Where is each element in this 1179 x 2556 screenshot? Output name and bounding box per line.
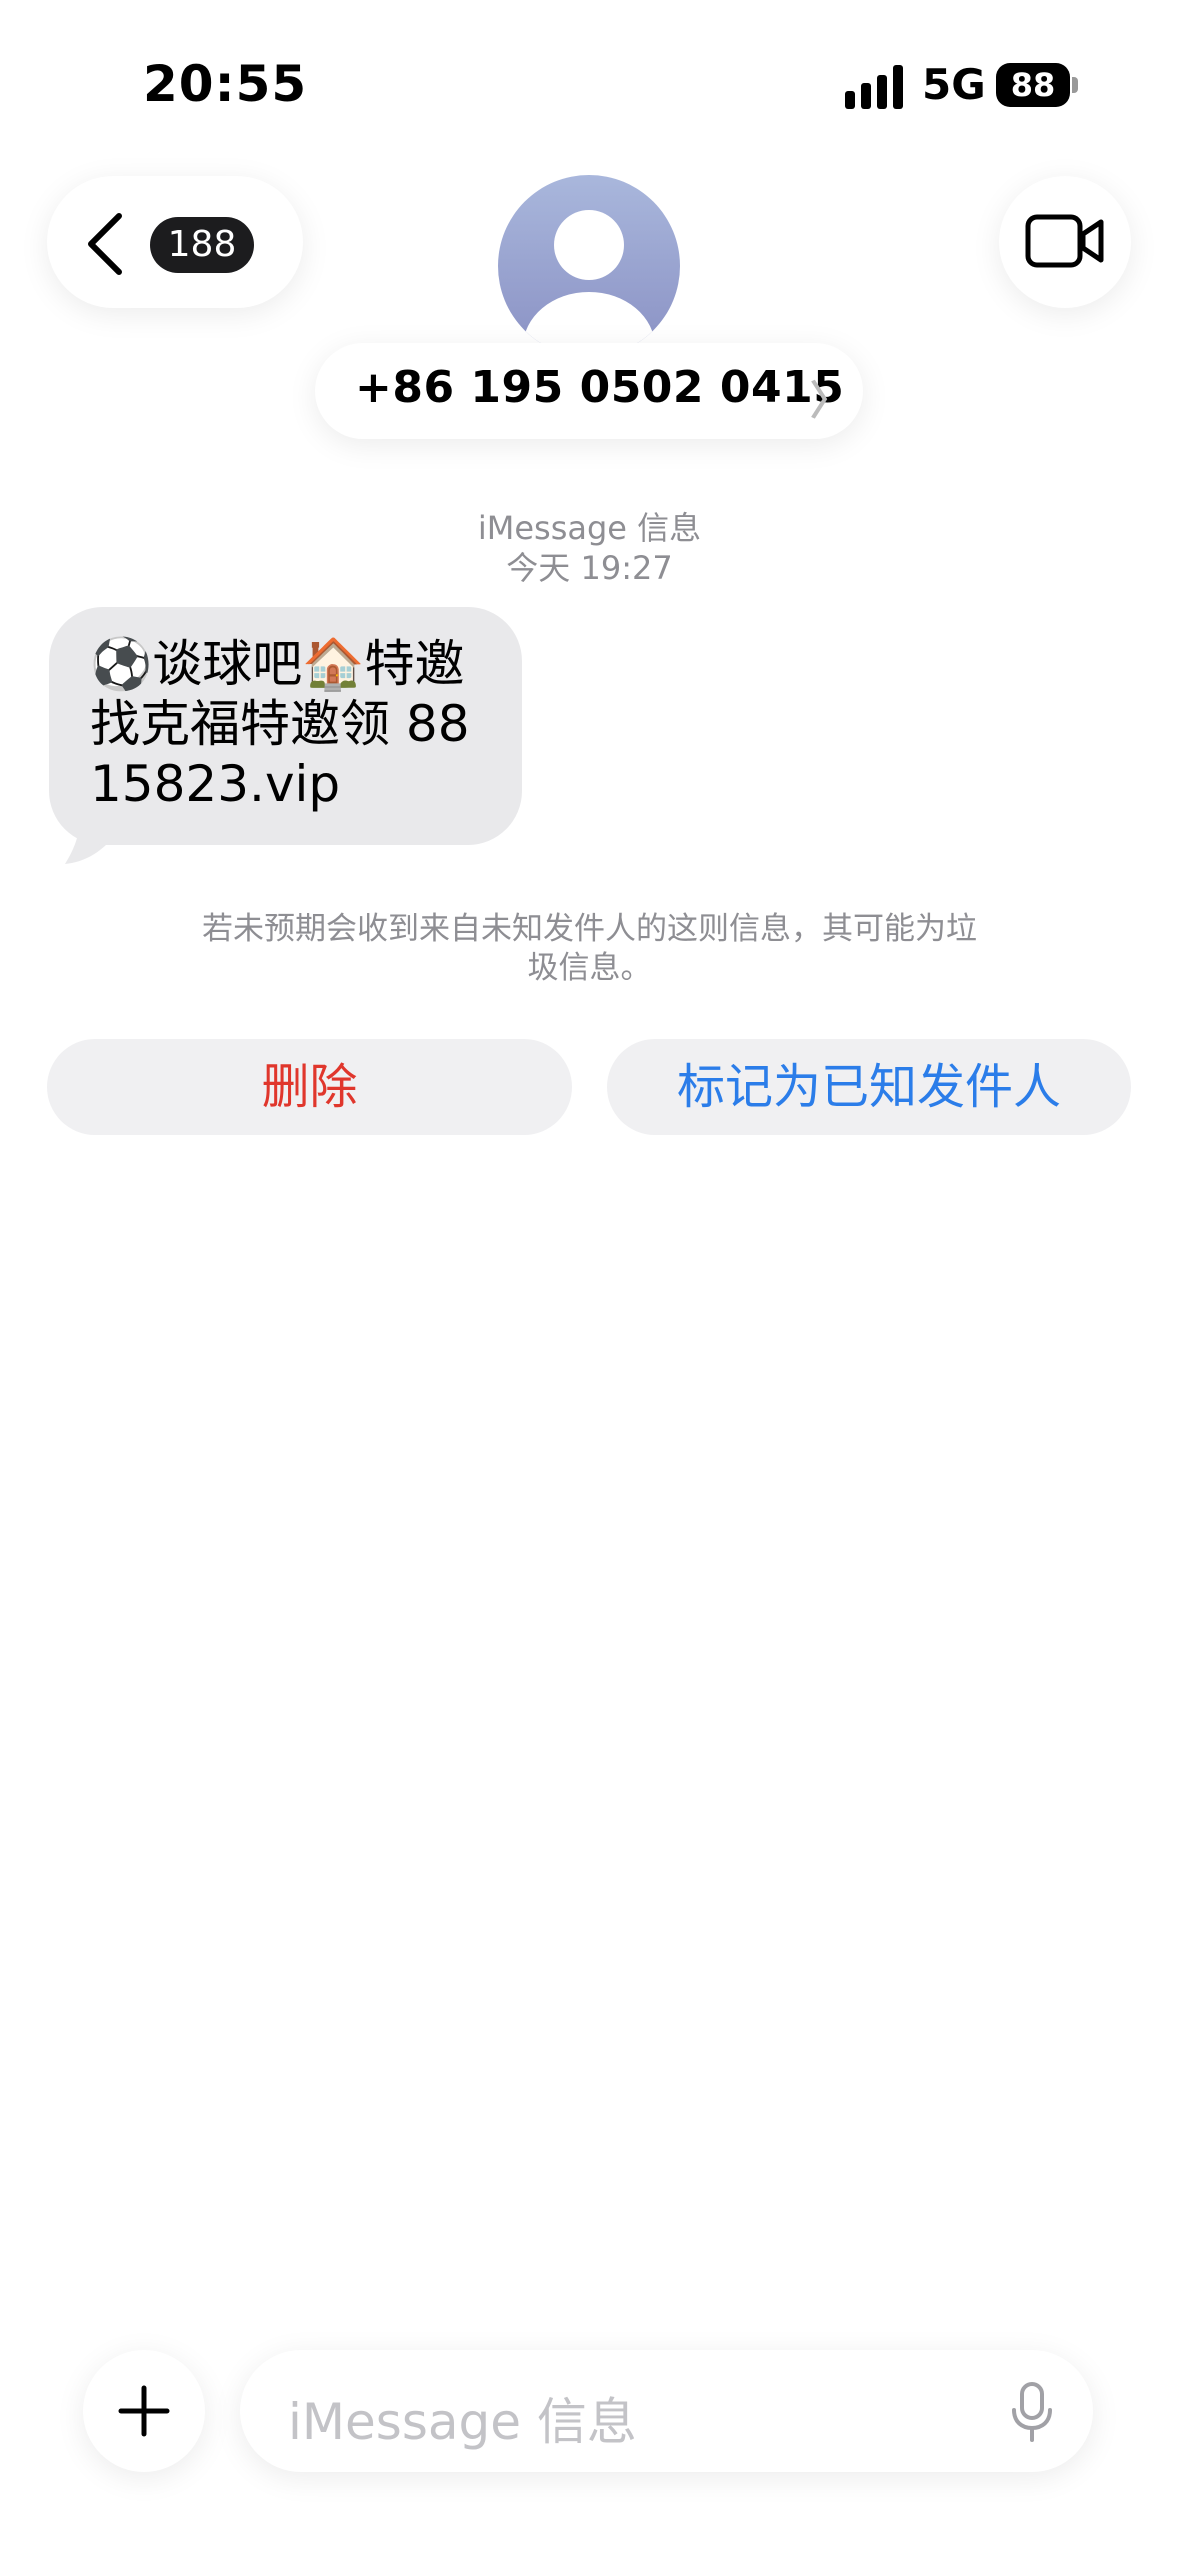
back-chevron-icon[interactable] [85, 212, 125, 276]
status-time: 20:55 [143, 55, 308, 113]
unread-count-badge[interactable]: 188 [150, 217, 254, 273]
battery-level: 88 [1010, 66, 1056, 104]
plus-icon[interactable] [113, 2380, 175, 2442]
message-input-placeholder[interactable]: iMessage 信息 [288, 2382, 637, 2454]
microphone-icon[interactable] [1010, 2382, 1054, 2442]
avatar-person-icon [523, 210, 655, 357]
contact-number[interactable]: +86 195 0502 0415 [355, 362, 844, 413]
mark-known-sender-button[interactable]: 标记为已知发件人 [607, 1039, 1131, 1135]
signal-icon [845, 65, 903, 109]
video-camera-icon[interactable] [1025, 212, 1105, 270]
message-timestamp: 今天 19:27 [506, 549, 673, 587]
contact-avatar[interactable] [498, 175, 680, 357]
battery-icon: 88 [996, 63, 1082, 107]
message-text[interactable]: ⚽谈球吧🏠特邀找克福特邀领 88 15823.vip [90, 634, 510, 814]
delete-button[interactable]: 删除 [47, 1039, 572, 1135]
chevron-right-icon[interactable]: 〉 [810, 368, 850, 426]
spam-notice: 若未预期会收到来自未知发件人的这则信息，其可能为垃圾信息。 [202, 911, 977, 986]
network-type: 5G [922, 60, 986, 109]
